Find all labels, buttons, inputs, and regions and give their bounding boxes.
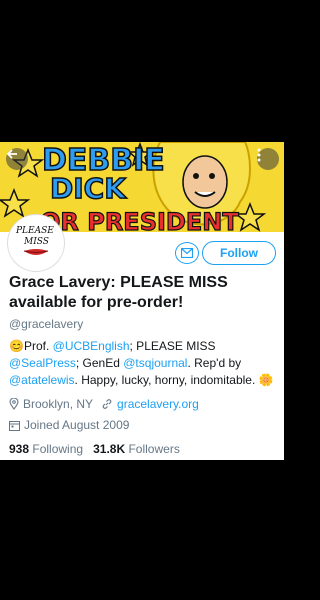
location-pin-icon	[9, 398, 19, 410]
followers-link[interactable]: 31.8K Followers	[93, 442, 180, 456]
profile-name: Grace Lavery: PLEASE MISS available for …	[9, 274, 228, 311]
bio-link-tsqjournal[interactable]: @tsqjournal	[123, 356, 187, 370]
avatar-artwork: PLEASE MISS	[10, 217, 62, 269]
banner-line2: DICK	[50, 172, 127, 205]
following-count: 938	[9, 442, 30, 456]
profile-joined: Joined August 2009	[24, 418, 130, 432]
profile-screen: DEBBIE DICK OR PRESIDENT PLEASE MISS Fol…	[0, 142, 284, 460]
profile-bio: 😊Prof. @UCBEnglish; PLEASE MISS @SealPre…	[9, 338, 279, 389]
profile-handle: @gracelavery	[9, 317, 84, 331]
link-icon	[102, 399, 112, 409]
profile-meta-row: Brooklyn, NY gracelavery.org	[9, 397, 199, 411]
message-button[interactable]	[175, 242, 199, 264]
bio-link-ucbenglish[interactable]: @UCBEnglish	[53, 339, 130, 353]
profile-location: Brooklyn, NY	[23, 397, 94, 411]
bio-link-sealpress[interactable]: @SealPress	[9, 356, 76, 370]
following-link[interactable]: 938 Following	[9, 442, 83, 456]
bio-text: Prof.	[23, 339, 53, 353]
arrow-left-icon	[6, 149, 17, 159]
vertical-dots-icon	[257, 148, 261, 162]
bio-text: ; PLEASE MISS	[129, 339, 216, 353]
avatar-line2: MISS	[23, 237, 49, 247]
smile-emoji-icon: 😊	[9, 339, 24, 353]
avatar-line1: PLEASE	[15, 226, 54, 236]
envelope-icon	[181, 248, 193, 258]
followers-count: 31.8K	[93, 442, 126, 456]
profile-joined-row: Joined August 2009	[9, 418, 129, 432]
flower-emoji-icon: 🌼	[258, 373, 274, 387]
bio-link-atatelewis[interactable]: @atatelewis	[9, 373, 75, 387]
calendar-icon	[9, 420, 20, 431]
bio-text: . Happy, lucky, horny, indomitable.	[74, 373, 259, 387]
bio-text: . Rep'd by	[187, 356, 242, 370]
more-options-button[interactable]	[257, 148, 279, 170]
avatar[interactable]: PLEASE MISS	[8, 215, 64, 271]
profile-website[interactable]: gracelavery.org	[117, 397, 199, 411]
followers-label: Followers	[128, 442, 180, 456]
bio-text: ; GenEd	[75, 356, 124, 370]
following-label: Following	[32, 442, 84, 456]
follow-button[interactable]: Follow	[202, 241, 276, 265]
banner-line3: OR PRESIDENT	[40, 208, 239, 232]
back-button[interactable]	[6, 148, 28, 170]
follow-counts: 938 Following 31.8K Followers	[9, 442, 180, 456]
